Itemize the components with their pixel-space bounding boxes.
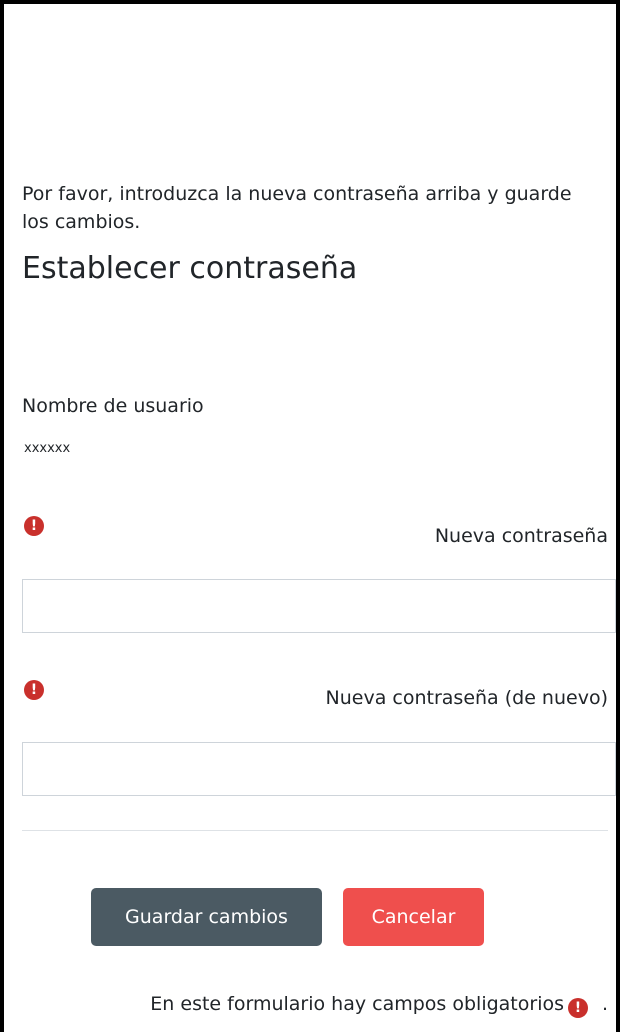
form-divider [22, 830, 608, 831]
required-icon: ! [24, 680, 44, 700]
save-changes-button[interactable]: Guardar cambios [91, 888, 322, 946]
page-frame: Por favor, introduzca la nueva contraseñ… [0, 0, 620, 1032]
page-title: Establecer contraseña [22, 251, 358, 286]
required-fields-note-text: En este formulario hay campos obligatori… [150, 993, 564, 1015]
required-fields-note: En este formulario hay campos obligatori… [150, 990, 588, 1018]
new-password-input[interactable] [22, 579, 616, 633]
confirm-password-input[interactable] [22, 742, 616, 796]
required-fields-note-period: . [601, 993, 608, 1015]
required-icon: ! [24, 516, 44, 536]
form-instructions: Por favor, introduzca la nueva contraseñ… [22, 183, 572, 233]
cancel-button[interactable]: Cancelar [343, 888, 484, 946]
username-value: xxxxxx [24, 441, 71, 456]
username-label: Nombre de usuario [22, 395, 204, 417]
confirm-password-label: Nueva contraseña (de nuevo) [325, 687, 608, 709]
required-icon: ! [568, 998, 588, 1018]
new-password-label: Nueva contraseña [434, 525, 608, 547]
